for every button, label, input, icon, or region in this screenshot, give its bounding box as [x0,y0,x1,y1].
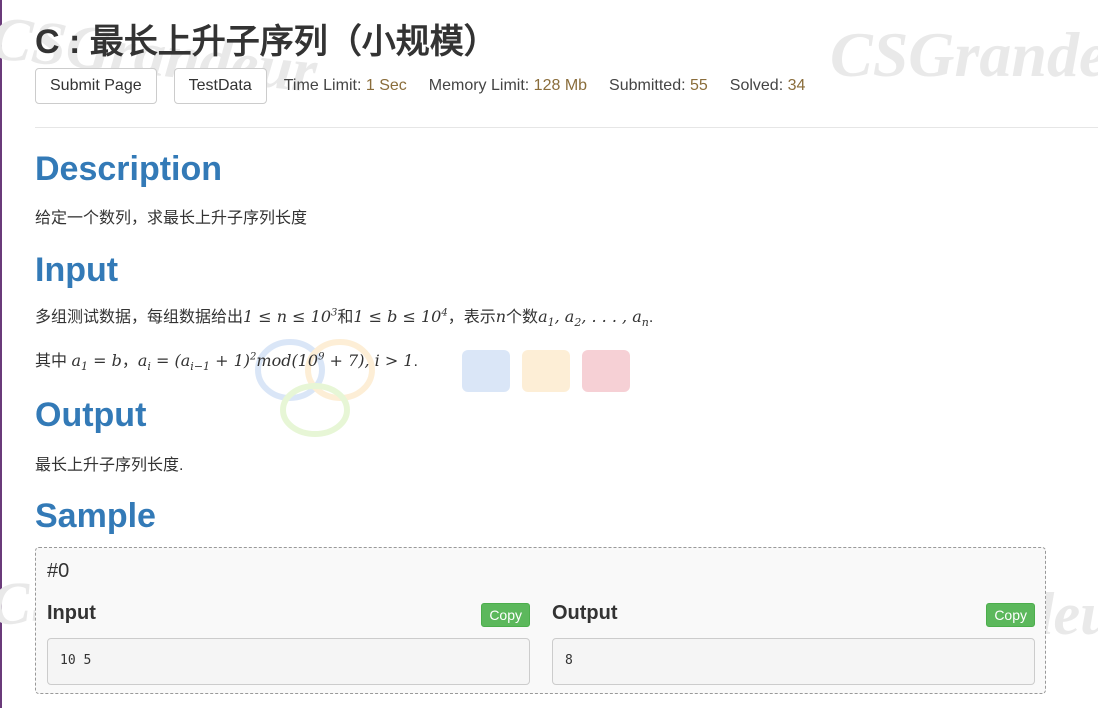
window-edge [0,0,2,708]
submit-page-button[interactable]: Submit Page [35,68,157,104]
sample-case: #0 Input Copy 10 5 Output Copy 8 [35,547,1046,694]
testdata-button[interactable]: TestData [173,68,267,104]
memory-limit: Memory Limit: 128 Mb [428,77,588,94]
output-text: 最长上升子序列长度. [35,457,184,474]
sample-case-number: #0 [47,560,70,582]
sample-input-value[interactable]: 10 5 [47,638,530,685]
copy-input-button[interactable]: Copy [481,603,530,627]
sample-output-value[interactable]: 8 [552,638,1035,685]
watermark-text: CSGrandeur [830,19,1098,90]
description-text: 给定一个数列，求最长上升子序列长度 [35,210,308,227]
time-limit: Time Limit: 1 Sec [283,77,407,94]
input-text-line1: 多组测试数据，每组数据给出1 ≤ n ≤ 103和1 ≤ b ≤ 104，表示n… [35,307,654,330]
problem-meta-bar: Submit Page TestData Time Limit: 1 Sec M… [35,67,827,105]
sample-input-label: Input [47,602,96,624]
submitted-count: Submitted: 55 [609,77,708,94]
description-heading: Description [35,150,223,188]
input-heading: Input [35,251,119,289]
sample-output-label: Output [552,602,618,624]
input-text-line2: 其中 a1 = b，ai = (ai−1 + 1)2mod(109 + 7), … [35,351,418,374]
copy-output-button[interactable]: Copy [986,603,1035,627]
sample-heading: Sample [35,497,156,535]
output-heading: Output [35,396,147,434]
sample-input-panel: Input Copy 10 5 [47,602,530,685]
page-title: C : 最长上升子序列（小规模） [35,23,498,61]
solved-count: Solved: 34 [729,77,806,94]
sample-output-panel: Output Copy 8 [552,602,1035,685]
header-divider [35,127,1098,128]
